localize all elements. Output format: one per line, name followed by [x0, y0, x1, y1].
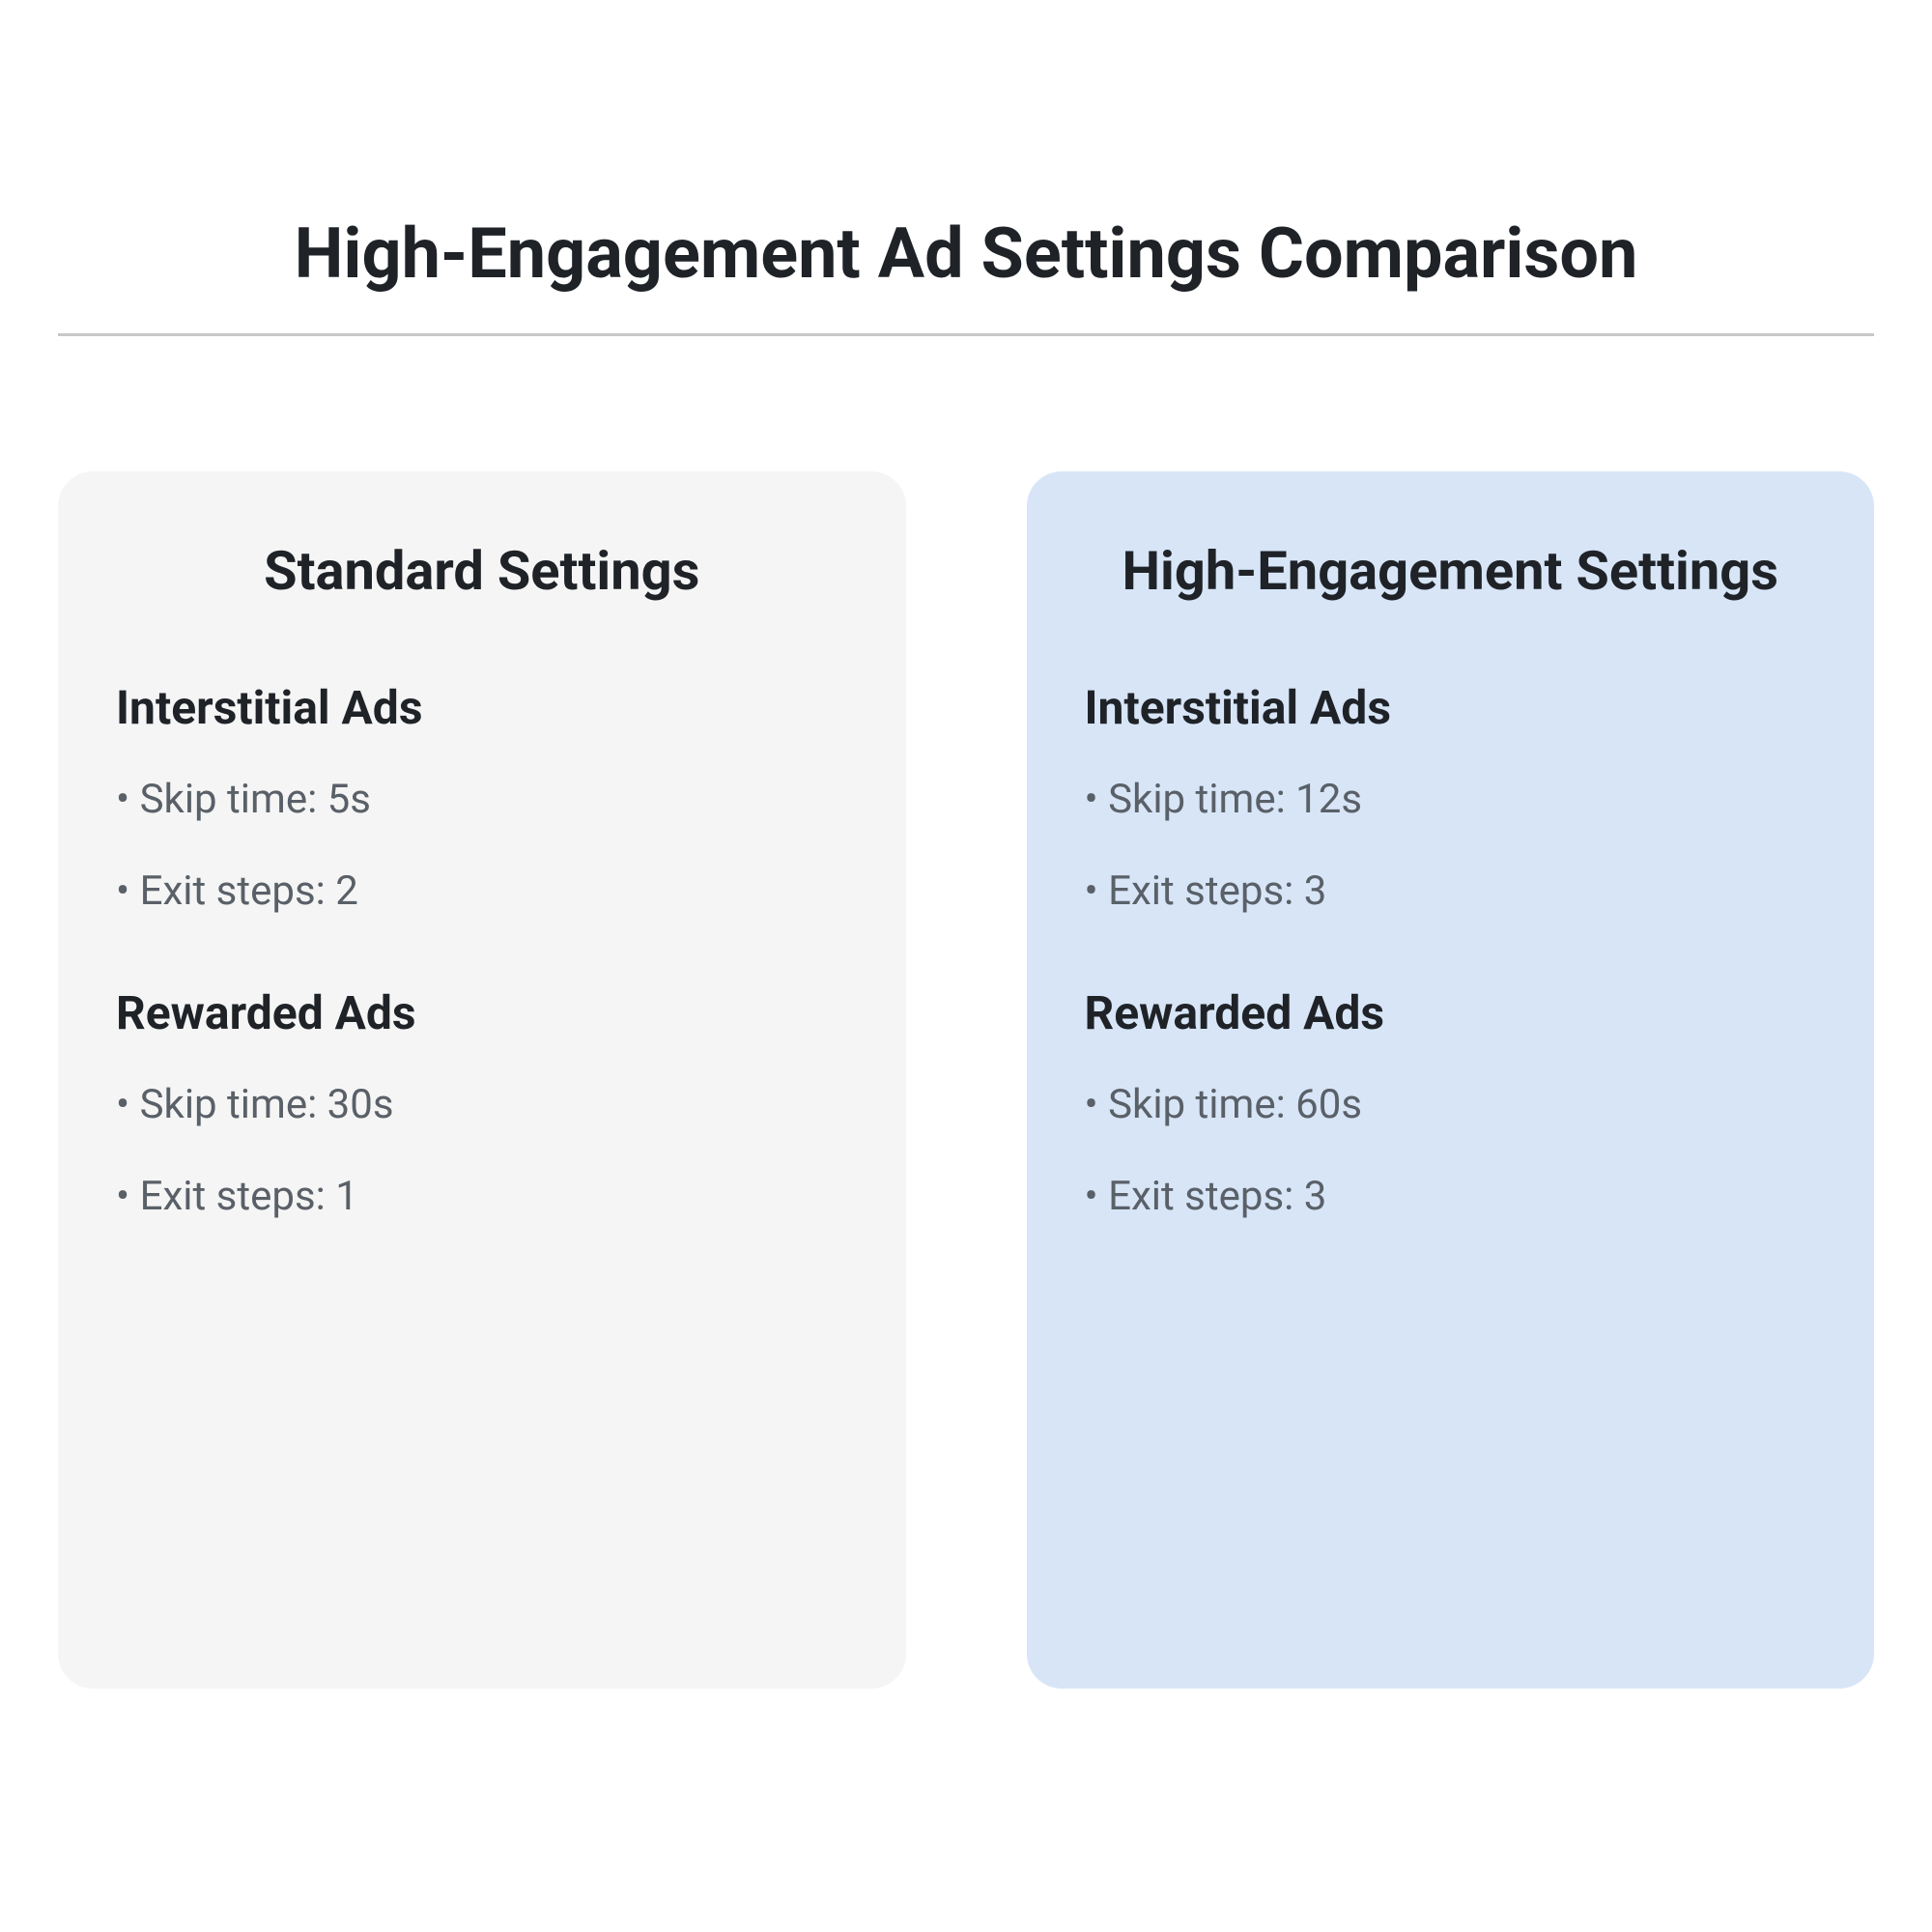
high-interstitial-heading: Interstitial Ads: [1085, 680, 1817, 735]
high-rewarded-exit: • Exit steps: 3: [1085, 1171, 1817, 1224]
high-rewarded-skip: • Skip time: 60s: [1085, 1079, 1817, 1132]
high-interstitial-exit: • Exit steps: 3: [1085, 866, 1817, 919]
high-rewarded-heading: Rewarded Ads: [1085, 985, 1817, 1040]
high-interstitial-section: Interstitial Ads • Skip time: 12s • Exit…: [1085, 680, 1817, 918]
standard-interstitial-heading: Interstitial Ads: [116, 680, 848, 735]
card-high-engagement-settings: High-Engagement Settings Interstitial Ad…: [1027, 471, 1875, 1689]
standard-interstitial-section: Interstitial Ads • Skip time: 5s • Exit …: [116, 680, 848, 918]
divider: [58, 333, 1874, 336]
standard-interstitial-exit: • Exit steps: 2: [116, 866, 848, 919]
card-standard-title: Standard Settings: [116, 539, 848, 603]
standard-rewarded-skip: • Skip time: 30s: [116, 1079, 848, 1132]
standard-rewarded-heading: Rewarded Ads: [116, 985, 848, 1040]
standard-rewarded-section: Rewarded Ads • Skip time: 30s • Exit ste…: [116, 985, 848, 1223]
standard-interstitial-skip: • Skip time: 5s: [116, 774, 848, 827]
high-rewarded-section: Rewarded Ads • Skip time: 60s • Exit ste…: [1085, 985, 1817, 1223]
card-high-title: High-Engagement Settings: [1085, 539, 1817, 603]
standard-rewarded-exit: • Exit steps: 1: [116, 1171, 848, 1224]
card-standard-settings: Standard Settings Interstitial Ads • Ski…: [58, 471, 906, 1689]
high-interstitial-skip: • Skip time: 12s: [1085, 774, 1817, 827]
page-title: High-Engagement Ad Settings Comparison: [58, 213, 1874, 295]
cards-container: Standard Settings Interstitial Ads • Ski…: [58, 471, 1874, 1689]
